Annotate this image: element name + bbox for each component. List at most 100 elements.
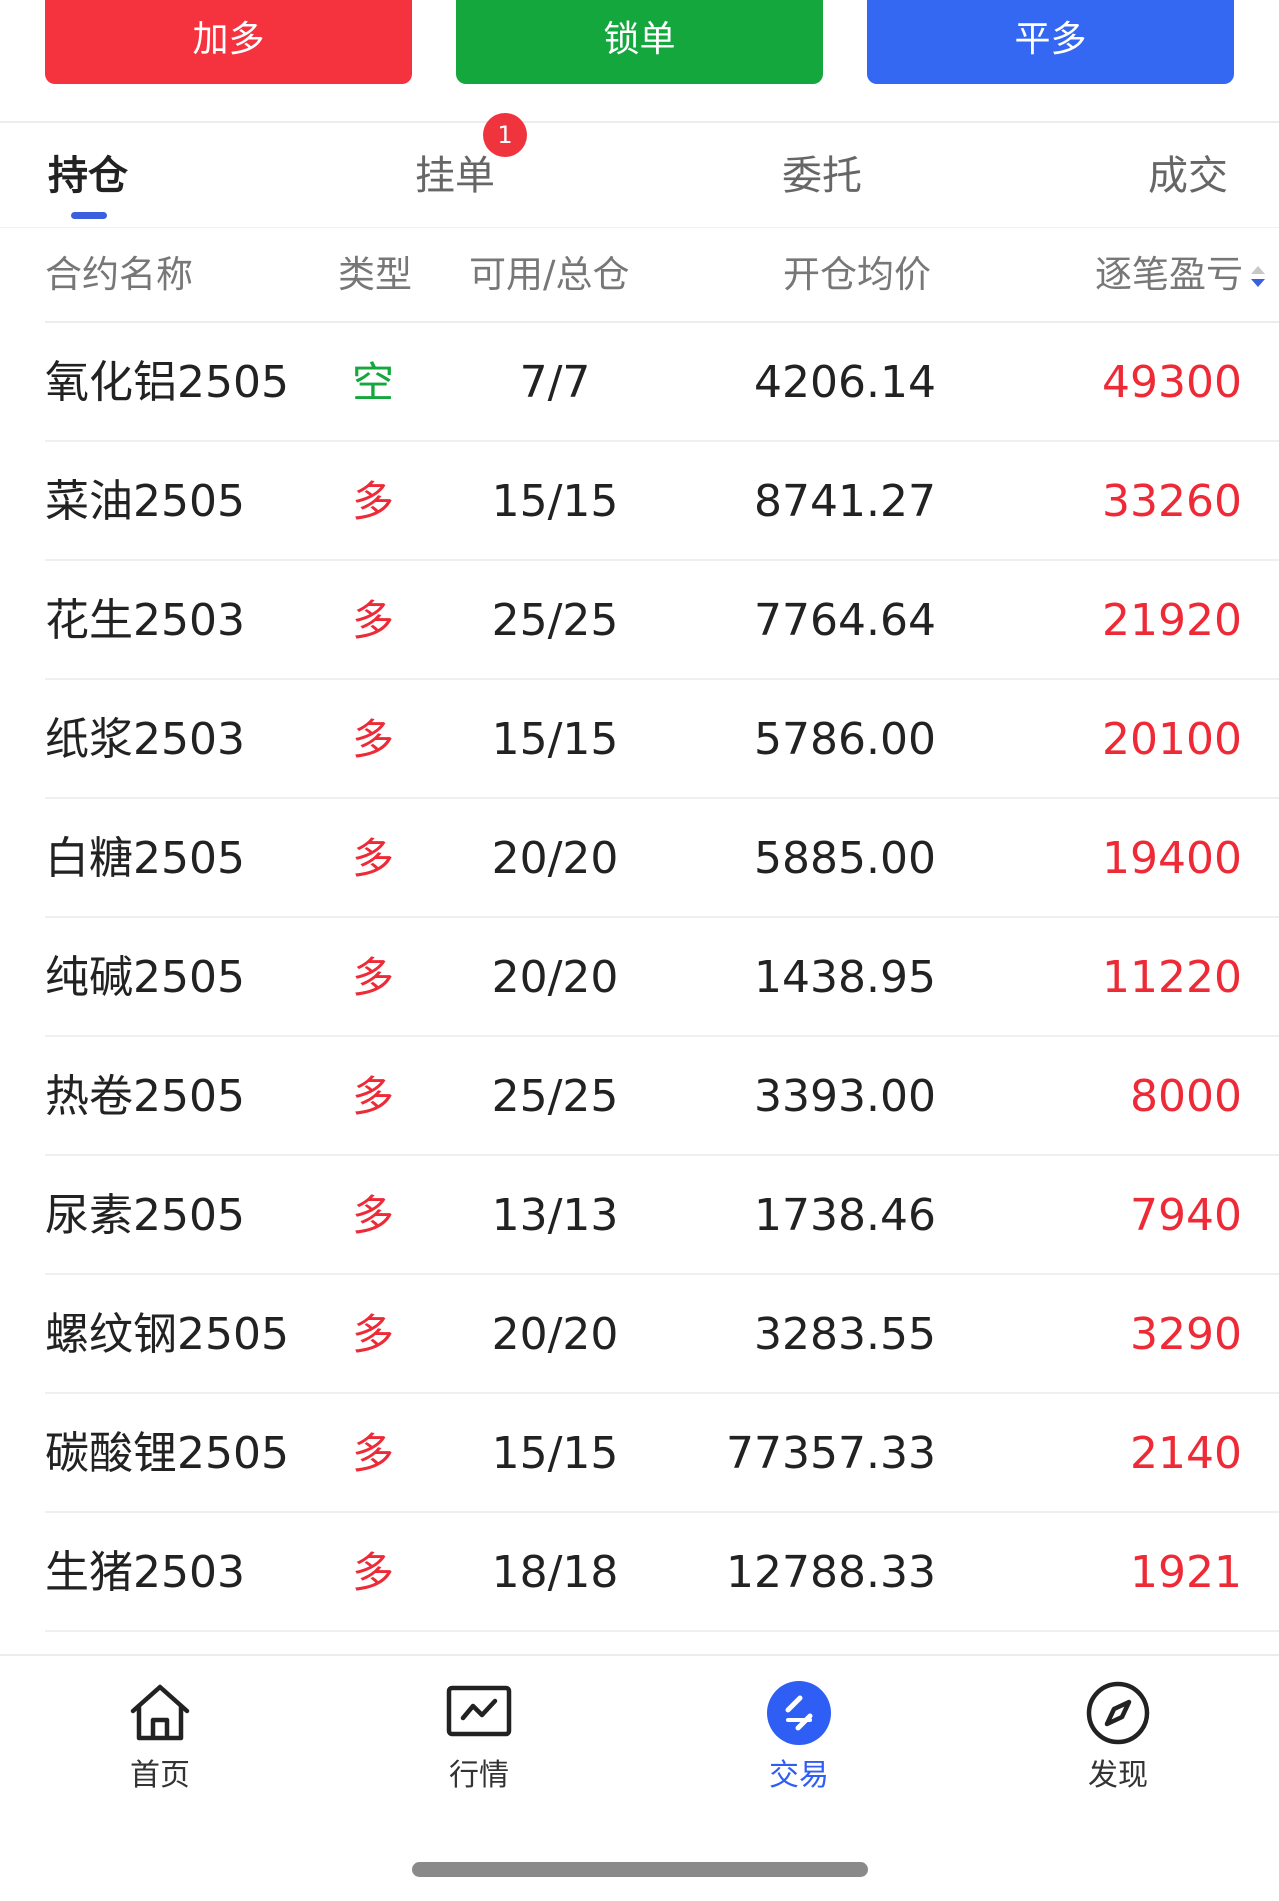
- lock-button[interactable]: 锁单: [456, 0, 823, 84]
- position-type: 多: [352, 1191, 395, 1240]
- position-type: 多: [352, 715, 395, 764]
- column-header-name: 合约名称: [45, 253, 193, 296]
- trade-pnl: 33260: [1102, 476, 1242, 527]
- add-long-button[interactable]: 加多: [45, 0, 412, 84]
- tab-orders[interactable]: 委托: [782, 151, 862, 201]
- contract-name: 花生2503: [45, 595, 245, 646]
- trade-pnl: 49300: [1102, 357, 1242, 408]
- nav-home[interactable]: 首页: [85, 1678, 235, 1796]
- available-total-qty: 15/15: [491, 1428, 619, 1479]
- available-total-qty: 20/20: [491, 952, 619, 1003]
- open-avg-price: 5786.00: [754, 714, 936, 765]
- open-avg-price: 7764.64: [754, 595, 936, 646]
- open-avg-price: 1438.95: [754, 952, 936, 1003]
- position-type: 多: [352, 1548, 395, 1597]
- table-header: 合约名称 类型 可用/总仓 开仓均价 逐笔盈亏: [0, 228, 1279, 322]
- trade-pnl: 11220: [1102, 952, 1242, 1003]
- position-type: 多: [352, 1429, 395, 1478]
- contract-name: 白糖2505: [45, 833, 245, 884]
- table-row[interactable]: 纯碱2505 多 20/20 1438.95 11220: [0, 918, 1279, 1037]
- close-long-label: 平多: [1014, 19, 1087, 60]
- table-row[interactable]: 纸浆2503 多 15/15 5786.00 20100: [0, 680, 1279, 799]
- compass-icon: [1086, 1681, 1150, 1745]
- table-row[interactable]: 菜油2505 多 15/15 8741.27 33260: [0, 442, 1279, 561]
- trade-icon: [767, 1681, 831, 1745]
- available-total-qty: 20/20: [491, 833, 619, 884]
- add-long-label: 加多: [192, 19, 265, 60]
- open-avg-price: 1738.46: [754, 1190, 936, 1241]
- nav-home-label: 首页: [130, 1758, 190, 1793]
- trade-pnl: 21920: [1102, 595, 1242, 646]
- trade-pnl: 1921: [1130, 1547, 1242, 1598]
- positions-list: 氧化铝2505 空 7/7 4206.14 49300 菜油2505 多 15/15 8741.…: [0, 323, 1279, 1632]
- nav-discover[interactable]: 发现: [1043, 1678, 1193, 1796]
- tab-bar: 持仓 挂单 委托 成交: [0, 123, 1279, 227]
- available-total-qty: 15/15: [491, 476, 619, 527]
- nav-market-label: 行情: [449, 1758, 509, 1793]
- trade-pnl: 20100: [1102, 714, 1242, 765]
- chart-icon: [446, 1685, 512, 1737]
- contract-name: 热卷2505: [45, 1071, 245, 1122]
- open-avg-price: 5885.00: [754, 833, 936, 884]
- open-avg-price: 4206.14: [754, 357, 936, 408]
- bottom-nav: 首页 行情 交易 发现: [0, 1656, 1279, 1826]
- contract-name: 氧化铝2505: [45, 357, 289, 408]
- column-header-type: 类型: [338, 253, 412, 296]
- trade-pnl: 8000: [1130, 1071, 1242, 1122]
- column-header-price: 开仓均价: [783, 253, 931, 296]
- available-total-qty: 25/25: [491, 1071, 619, 1122]
- order-actions: 加多 锁单 平多: [0, 0, 1279, 120]
- column-header-qty: 可用/总仓: [469, 253, 630, 296]
- table-row[interactable]: 白糖2505 多 20/20 5885.00 19400: [0, 799, 1279, 918]
- lock-label: 锁单: [603, 19, 676, 60]
- table-row[interactable]: 螺纹钢2505 多 20/20 3283.55 3290: [0, 1275, 1279, 1394]
- nav-market[interactable]: 行情: [404, 1678, 554, 1796]
- sort-icon[interactable]: [1248, 262, 1268, 292]
- open-avg-price: 3283.55: [754, 1309, 936, 1360]
- position-type: 多: [352, 1310, 395, 1359]
- active-tab-indicator: [71, 212, 107, 219]
- nav-trade[interactable]: 交易: [724, 1678, 874, 1796]
- position-type: 多: [352, 596, 395, 645]
- table-row[interactable]: 尿素2505 多 13/13 1738.46 7940: [0, 1156, 1279, 1275]
- position-type: 空: [352, 358, 395, 407]
- contract-name: 尿素2505: [45, 1190, 245, 1241]
- nav-discover-label: 发现: [1088, 1758, 1148, 1793]
- position-type: 多: [352, 1072, 395, 1121]
- table-row[interactable]: 热卷2505 多 25/25 3393.00 8000: [0, 1037, 1279, 1156]
- column-header-pnl[interactable]: 逐笔盈亏: [1095, 250, 1243, 300]
- contract-name: 纯碱2505: [45, 952, 245, 1003]
- nav-trade-label: 交易: [769, 1758, 829, 1793]
- tab-pending-orders[interactable]: 挂单: [415, 151, 495, 201]
- open-avg-price: 3393.00: [754, 1071, 936, 1122]
- open-avg-price: 8741.27: [754, 476, 936, 527]
- tab-positions[interactable]: 持仓: [48, 151, 128, 201]
- position-type: 多: [352, 477, 395, 526]
- home-indicator[interactable]: [412, 1862, 868, 1877]
- open-avg-price: 12788.33: [726, 1547, 936, 1598]
- table-row[interactable]: 碳酸锂2505 多 15/15 77357.33 2140: [0, 1394, 1279, 1513]
- position-type: 多: [352, 834, 395, 883]
- home-icon: [130, 1684, 190, 1741]
- contract-name: 菜油2505: [45, 476, 245, 527]
- open-avg-price: 77357.33: [726, 1428, 936, 1479]
- trade-pnl: 3290: [1130, 1309, 1242, 1360]
- trade-pnl: 7940: [1130, 1190, 1242, 1241]
- position-type: 多: [352, 953, 395, 1002]
- available-total-qty: 15/15: [491, 714, 619, 765]
- table-row[interactable]: 氧化铝2505 空 7/7 4206.14 49300: [0, 323, 1279, 442]
- trade-pnl: 19400: [1102, 833, 1242, 884]
- contract-name: 纸浆2503: [45, 714, 245, 765]
- available-total-qty: 25/25: [491, 595, 619, 646]
- table-row[interactable]: 生猪2503 多 18/18 12788.33 1921: [0, 1513, 1279, 1632]
- available-total-qty: 18/18: [491, 1547, 619, 1598]
- available-total-qty: 20/20: [491, 1309, 619, 1360]
- contract-name: 螺纹钢2505: [45, 1309, 289, 1360]
- tab-fills[interactable]: 成交: [1148, 151, 1228, 201]
- available-total-qty: 7/7: [519, 357, 591, 408]
- close-long-button[interactable]: 平多: [867, 0, 1234, 84]
- trade-pnl: 2140: [1130, 1428, 1242, 1479]
- table-row[interactable]: 花生2503 多 25/25 7764.64 21920: [0, 561, 1279, 680]
- available-total-qty: 13/13: [491, 1190, 619, 1241]
- contract-name: 生猪2503: [45, 1547, 245, 1598]
